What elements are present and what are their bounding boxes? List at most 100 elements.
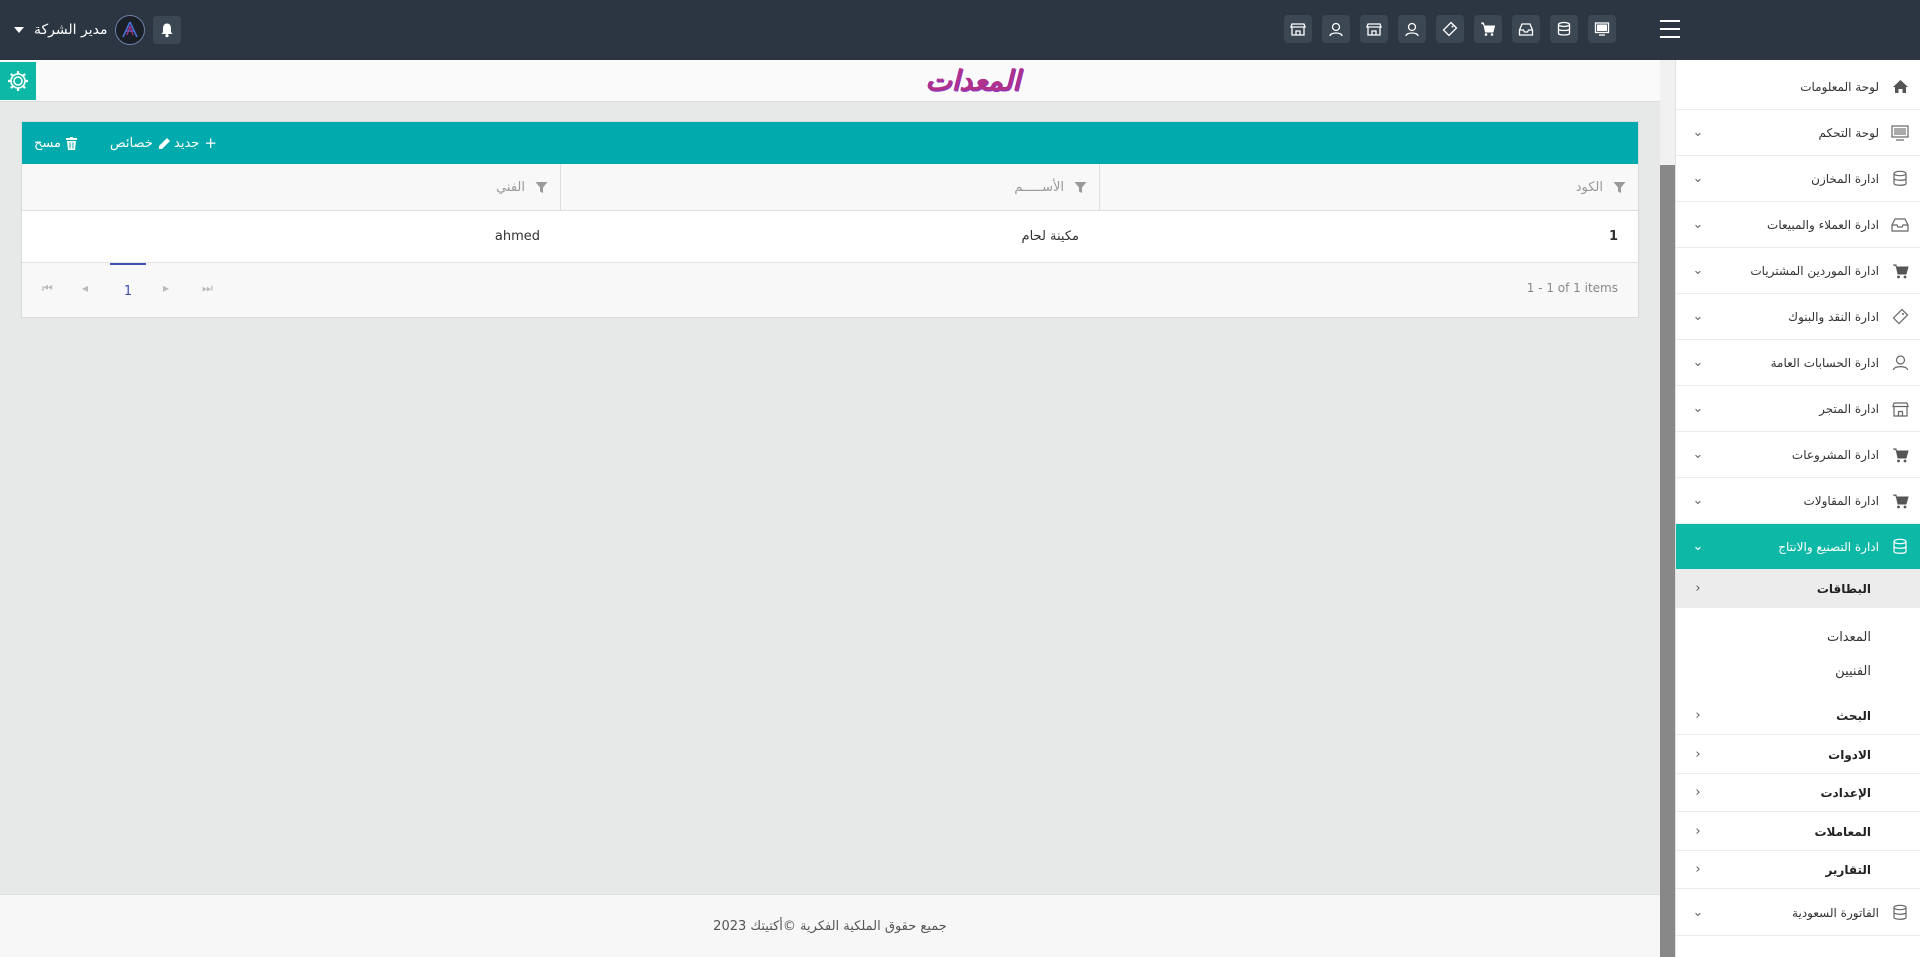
- page-title: المعدات: [925, 64, 1020, 97]
- chevron-left-icon[interactable]: ‹: [1676, 708, 1720, 723]
- next-page-icon[interactable]: ▸: [163, 281, 169, 295]
- sidebar-item-contracting[interactable]: ادارة المقاولات ⌄: [1676, 478, 1920, 524]
- caret-down-icon[interactable]: [14, 27, 24, 33]
- store-icon: [1879, 401, 1920, 417]
- inbox-icon[interactable]: [1512, 15, 1540, 43]
- store-icon[interactable]: [1284, 15, 1312, 43]
- database-icon: [1879, 538, 1920, 555]
- cart-icon[interactable]: [1474, 15, 1502, 43]
- new-button-label: جديد: [174, 135, 200, 151]
- chevron-left-icon[interactable]: ‹: [1676, 824, 1720, 839]
- cart-icon: [1879, 493, 1920, 509]
- chevron-left-icon[interactable]: ‹: [1676, 862, 1720, 877]
- equipment-grid: + جديد خصائص مسح الكود الأســـــم الفني …: [21, 121, 1639, 318]
- cell-code: 1: [1608, 229, 1618, 244]
- sidebar-item-dashboard[interactable]: لوحة المعلومات: [1676, 64, 1920, 110]
- submenu-reports[interactable]: التقارير ‹: [1676, 851, 1920, 889]
- delete-button[interactable]: مسح: [34, 122, 77, 164]
- footer: جميع حقوق الملكية الفكرية ©أكتيتك 2023: [0, 894, 1660, 957]
- chevron-down-icon[interactable]: ⌄: [1676, 493, 1720, 508]
- submenu-search[interactable]: البحث ‹: [1676, 697, 1920, 735]
- chevron-left-icon[interactable]: ‹: [1676, 785, 1720, 800]
- quick-access-icons: [1284, 15, 1616, 43]
- chevron-down-icon[interactable]: ⌄: [1676, 447, 1720, 462]
- column-header-code[interactable]: الكود: [1099, 164, 1638, 210]
- user-icon: [1879, 354, 1920, 371]
- sidebar-item-control-panel[interactable]: لوحة التحكم ⌄: [1676, 110, 1920, 156]
- chevron-down-icon[interactable]: ⌄: [1676, 217, 1720, 232]
- gear-icon: [8, 71, 28, 91]
- pager-info: 1 - 1 of 1 items: [1526, 281, 1618, 295]
- pencil-icon: [158, 137, 171, 150]
- grid-header: الكود الأســـــم الفني: [22, 164, 1638, 211]
- user-icon[interactable]: [1398, 15, 1426, 43]
- home-icon: [1879, 79, 1920, 94]
- sidebar-item-suppliers-purchases[interactable]: ادارة الموردين المشتريات ⌄: [1676, 248, 1920, 294]
- hamburger-menu-icon[interactable]: [1660, 20, 1680, 38]
- chevron-down-icon[interactable]: ⌄: [1676, 309, 1720, 324]
- submenu-settings[interactable]: الإعدادت ‹: [1676, 774, 1920, 812]
- store-icon[interactable]: [1360, 15, 1388, 43]
- grid-toolbar: + جديد خصائص مسح: [22, 122, 1638, 164]
- chevron-left-icon[interactable]: ‹: [1676, 747, 1720, 762]
- monitor-icon: [1879, 124, 1920, 141]
- sidebar-item-general-accounts[interactable]: ادارة الحسابات العامة ⌄: [1676, 340, 1920, 386]
- column-header-technician[interactable]: الفني: [22, 164, 560, 210]
- sidebar-item-projects[interactable]: ادارة المشروعات ⌄: [1676, 432, 1920, 478]
- page-header: المعدات: [0, 60, 1660, 102]
- last-page-icon[interactable]: ⏭: [202, 281, 213, 296]
- table-row[interactable]: 1 مكينة لحام ahmed: [22, 211, 1638, 263]
- tag-icon[interactable]: [1436, 15, 1464, 43]
- cart-icon: [1879, 447, 1920, 463]
- sidebar-item-customers-sales[interactable]: ادارة العملاء والمبيعات ⌄: [1676, 202, 1920, 248]
- chevron-down-icon[interactable]: ⌄: [1676, 125, 1720, 140]
- plus-icon: +: [204, 134, 217, 152]
- page-number-button[interactable]: 1: [110, 263, 146, 317]
- submenu-cards[interactable]: البطاقات ‹: [1676, 570, 1920, 608]
- filter-icon[interactable]: [535, 181, 548, 194]
- trash-icon: [65, 136, 77, 150]
- sidebar-item-manufacturing[interactable]: ادارة التصنيع والانتاج ⌄: [1676, 524, 1920, 570]
- database-icon[interactable]: [1550, 15, 1578, 43]
- filter-icon[interactable]: [1613, 181, 1626, 194]
- column-header-name[interactable]: الأســـــم: [560, 164, 1099, 210]
- tag-icon: [1879, 308, 1920, 325]
- sidebar-item-cash-banks[interactable]: ادارة النقد والبنوك ⌄: [1676, 294, 1920, 340]
- bell-icon: [161, 23, 173, 38]
- submenu-transactions[interactable]: المعاملات ‹: [1676, 813, 1920, 851]
- chevron-down-icon[interactable]: ⌄: [1676, 539, 1720, 554]
- user-icon[interactable]: [1322, 15, 1350, 43]
- cell-technician: ahmed: [494, 229, 540, 244]
- avatar[interactable]: [115, 15, 146, 45]
- database-icon: [1879, 170, 1920, 187]
- submenu-link-technicians[interactable]: الفنيين: [1676, 656, 1920, 686]
- database-icon: [1879, 904, 1920, 921]
- copyright-text: جميع حقوق الملكية الفكرية ©أكتيتك 2023: [713, 918, 947, 934]
- chevron-down-icon[interactable]: ⌄: [1676, 263, 1720, 278]
- sidebar-item-warehouses[interactable]: ادارة المخازن ⌄: [1676, 156, 1920, 202]
- chevron-down-icon[interactable]: ⌄: [1676, 401, 1720, 416]
- user-name[interactable]: مدير الشركة: [34, 22, 107, 38]
- sidebar-item-saudi-invoice[interactable]: الفاتورة السعودية ⌄: [1676, 890, 1920, 936]
- submenu-link-equipment[interactable]: المعدات: [1676, 622, 1920, 652]
- properties-button[interactable]: خصائص: [110, 122, 171, 164]
- chevron-left-icon[interactable]: ‹: [1676, 581, 1720, 596]
- user-menu[interactable]: مدير الشركة: [14, 14, 182, 46]
- chevron-down-icon[interactable]: ⌄: [1676, 355, 1720, 370]
- cell-name: مكينة لحام: [1021, 229, 1079, 244]
- filter-icon[interactable]: [1074, 181, 1087, 194]
- notifications-button[interactable]: [153, 16, 182, 44]
- sidebar-item-store[interactable]: ادارة المتجر ⌄: [1676, 386, 1920, 432]
- monitor-icon[interactable]: [1588, 15, 1616, 43]
- submenu-tools[interactable]: الادوات ‹: [1676, 736, 1920, 774]
- prev-page-icon[interactable]: ◂: [82, 281, 88, 295]
- settings-button[interactable]: [0, 62, 36, 100]
- chevron-down-icon[interactable]: ⌄: [1676, 905, 1720, 920]
- delete-button-label: مسح: [34, 135, 61, 151]
- new-button[interactable]: + جديد: [174, 122, 217, 164]
- properties-button-label: خصائص: [110, 135, 153, 151]
- scrollbar-thumb[interactable]: [1660, 165, 1675, 957]
- pager: ⏮ ◂ 1 ▸ ⏭ 1 - 1 of 1 items: [22, 263, 1638, 317]
- chevron-down-icon[interactable]: ⌄: [1676, 171, 1720, 186]
- first-page-icon[interactable]: ⏮: [42, 281, 53, 296]
